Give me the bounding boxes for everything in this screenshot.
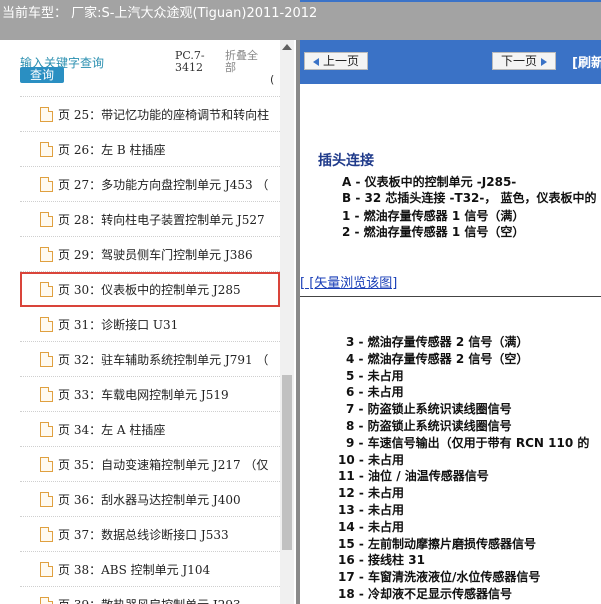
document-icon: [40, 176, 53, 192]
section-title: 插头连接: [318, 153, 374, 169]
list-item-label: 页 29：驾驶员侧车门控制单元 J386: [58, 247, 253, 262]
pin-line: 14 - 未占用: [338, 519, 405, 534]
list-item[interactable]: 页 26：左 B 柱插座: [20, 132, 280, 167]
pin-line: 16 - 接线柱 31: [338, 553, 425, 568]
list-item[interactable]: 页 33：车载电网控制单元 J519: [20, 377, 280, 412]
list-item[interactable]: 页 39：散热器风扇控制单元 J293: [20, 587, 280, 604]
list-item[interactable]: 页 25：带记忆功能的座椅调节和转向柱: [20, 97, 280, 132]
pin-line: 6 - 未占用: [346, 385, 404, 400]
pin-line: 3 - 燃油存量传感器 2 信号（满）: [346, 335, 529, 349]
pin-line: 17 - 车窗清洗液液位/水位传感器信号: [338, 570, 541, 585]
list-item-label: 页 25：带记忆功能的座椅调节和转向柱: [58, 107, 270, 122]
document-icon: [40, 316, 53, 332]
pin-line: 18 - 冷却液不足显示传感器信号: [338, 587, 513, 601]
header-accent: [300, 0, 601, 2]
list-item-label: 页 36：刮水器马达控制单元 J400: [58, 492, 241, 507]
list-item[interactable]: 页 34：左 A 柱插座: [20, 412, 280, 447]
list-item[interactable]: 页 37：数据总线诊断接口 J533: [20, 517, 280, 552]
pin-line: 4 - 燃油存量传感器 2 信号（空）: [346, 351, 529, 366]
scroll-thumb[interactable]: [282, 375, 292, 550]
document-icon: [40, 491, 53, 507]
prev-page-button[interactable]: 上一页: [304, 52, 368, 70]
list-item-label: 页 38：ABS 控制单元 J104: [58, 562, 211, 577]
right-panel: 上一页 下一页 [刷新 插头连接 A - 仪表板中的控制单元 -J285- B -…: [300, 40, 601, 604]
list-item-label: 页 30：仪表板中的控制单元 J285: [58, 282, 241, 297]
arrow-left-icon: [312, 57, 319, 66]
left-panel: 输入关键字查询 查询 PC.7-3412 折叠全部 ( 页 25：带记忆功能的座…: [0, 40, 296, 604]
document-icon: [40, 386, 53, 402]
list-item-label: 页 33：车载电网控制单元 J519: [58, 387, 229, 402]
pin-line: 11 - 油位 / 油温传感器信号: [338, 469, 489, 484]
list-item-label: 页 39：散热器风扇控制单元 J293: [58, 596, 241, 604]
pin-line: 7 - 防盗锁止系统识读线圈信号: [346, 402, 512, 417]
vehicle-title: 当前车型： 厂家:S-上汽大众途观(Tiguan)2011-2012: [2, 6, 318, 21]
list-item-label: 页 32：驻车辅助系统控制单元 J791 （: [58, 352, 269, 367]
document-icon: [40, 246, 53, 262]
document-icon: [40, 421, 53, 437]
prev-page-label: 上一页: [322, 54, 359, 68]
pin-line: 15 - 左前制动摩擦片磨损传感器信号: [338, 536, 537, 551]
pin-line: 12 - 未占用: [338, 486, 405, 501]
pc-code: PC.7-3412: [175, 49, 205, 74]
list-item-label: 页 26：左 B 柱插座: [58, 142, 166, 157]
list-item-label: 页 37：数据总线诊断接口 J533: [58, 527, 229, 542]
list-item-label: 页 34：左 A 柱插座: [58, 422, 166, 437]
list-item[interactable]: 页 28：转向柱电子装置控制单元 J527: [20, 202, 280, 237]
document-icon: [40, 106, 53, 122]
list-item-selected[interactable]: 页 30：仪表板中的控制单元 J285: [20, 272, 280, 307]
content-divider: [300, 296, 601, 297]
connector-line: 1 - 燃油存量传感器 1 信号（满）: [342, 209, 525, 223]
list-item-label: 页 31：诊断接口 U31: [58, 317, 179, 332]
document-icon: [40, 211, 53, 227]
list-item[interactable]: 页 38：ABS 控制单元 J104: [20, 552, 280, 587]
next-page-label: 下一页: [500, 54, 537, 68]
document-icon: [40, 351, 53, 367]
arrow-right-icon: [541, 57, 547, 66]
list-item[interactable]: 页 32：驻车辅助系统控制单元 J791 （: [20, 342, 280, 377]
list-item[interactable]: 页 36：刮水器马达控制单元 J400: [20, 482, 280, 517]
list-item[interactable]: [20, 80, 280, 97]
title-bar: 当前车型： 厂家:S-上汽大众途观(Tiguan)2011-2012: [0, 0, 601, 40]
connector-line: 2 - 燃油存量传感器 1 信号（空）: [342, 225, 525, 239]
page-nav-bar: 上一页 下一页 [刷新: [300, 40, 601, 84]
page-tree: 页 25：带记忆功能的座椅调节和转向柱页 26：左 B 柱插座页 27：多功能方…: [20, 80, 280, 604]
pin-line: 9 - 车速信号输出（仅用于带有 RCN 110 的: [346, 435, 590, 450]
vector-view-link[interactable]: [ [矢量浏览该图]: [300, 272, 397, 291]
connector-line: B - 32 芯插头连接 -T32-， 蓝色，仪表板中的: [342, 191, 597, 205]
pin-line: 10 - 未占用: [338, 452, 405, 467]
list-item[interactable]: 页 29：驾驶员侧车门控制单元 J386: [20, 237, 280, 272]
document-icon: [40, 561, 53, 577]
document-icon: [40, 596, 53, 604]
refresh-link[interactable]: [刷新: [572, 52, 601, 71]
next-page-button[interactable]: 下一页: [492, 52, 556, 70]
document-icon: [40, 456, 53, 472]
list-item[interactable]: 页 27：多功能方向盘控制单元 J453 （: [20, 167, 280, 202]
left-scrollbar[interactable]: [280, 40, 294, 604]
pin-line: 8 - 防盗锁止系统识读线圈信号: [346, 419, 512, 433]
pin-line: 5 - 未占用: [346, 368, 404, 383]
list-item-label: 页 35：自动变速箱控制单元 J217 （仅: [58, 457, 269, 472]
list-item-label: 页 28：转向柱电子装置控制单元 J527: [58, 212, 265, 227]
document-icon: [40, 141, 53, 157]
list-item-label: 页 27：多功能方向盘控制单元 J453 （: [58, 177, 269, 192]
connector-line: A - 仪表板中的控制单元 -J285-: [342, 175, 517, 189]
collapse-all-button[interactable]: 折叠全部: [225, 50, 267, 74]
document-icon: [40, 281, 53, 297]
document-icon: [40, 526, 53, 542]
scroll-up-icon[interactable]: [282, 44, 292, 50]
list-item[interactable]: 页 35：自动变速箱控制单元 J217 （仅: [20, 447, 280, 482]
pin-line: 13 - 未占用: [338, 503, 405, 517]
list-item[interactable]: 页 31：诊断接口 U31: [20, 307, 280, 342]
